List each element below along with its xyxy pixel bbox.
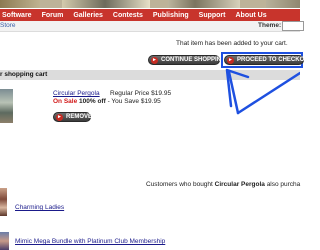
regular-price: Regular Price $19.95 [110,90,172,97]
continue-shopping-button[interactable]: ► CONTINUE SHOPPING [148,55,226,65]
product-name-link[interactable]: Circular Pergola [53,90,100,97]
also-purchased-heading: Customers who bought Circular Pergola al… [146,181,300,188]
annotation-arrow [225,68,300,115]
play-circle-icon: ► [227,56,234,64]
also-suffix: also purcha [266,181,301,188]
theme-label: Theme: [258,22,282,29]
nav-publishing[interactable]: Publishing [148,12,194,19]
nav-galleries[interactable]: Galleries [68,12,108,19]
product-thumbnail[interactable] [0,89,13,123]
also-product-name: Circular Pergola [214,181,265,188]
play-circle-icon: ► [151,56,158,64]
nav-software[interactable]: Software [0,12,37,19]
shopping-cart-header: r shopping cart [0,70,300,80]
discount-percent: 100% off [79,98,106,105]
remove-item-button[interactable]: ► REMOVE [53,112,93,122]
nav-about-us[interactable]: About Us [230,12,271,19]
proceed-to-checkout-button[interactable]: ► PROCEED TO CHECKOUT [224,55,312,65]
related-product-thumbnail[interactable] [0,232,9,250]
store-breadcrumb-link[interactable]: Store [0,22,16,29]
top-banner-image [0,0,300,8]
on-sale-label: On Sale [53,98,78,105]
theme-select[interactable] [282,21,304,31]
nav-support[interactable]: Support [194,12,231,19]
added-to-cart-message: That item has been added to your cart. [176,40,288,47]
shopping-cart-title: r shopping cart [0,71,48,78]
sale-info: On Sale 100% off - You Save $19.95 [53,98,161,105]
related-product-link[interactable]: Mimic Mega Bundle with Platinum Club Mem… [15,238,165,245]
remove-label: REMOVE [66,114,93,120]
nav-forum[interactable]: Forum [37,12,69,19]
related-product-link[interactable]: Charming Ladies [15,204,64,211]
you-save-text: - You Save $19.95 [107,98,161,105]
continue-shopping-label: CONTINUE SHOPPING [161,57,226,63]
related-product-thumbnail[interactable] [0,188,7,216]
breadcrumb-bar: Store Theme: [0,21,304,32]
nav-contests[interactable]: Contests [108,12,148,19]
proceed-to-checkout-label: PROCEED TO CHECKOUT [237,57,313,63]
play-circle-icon: ► [56,113,63,121]
main-nav: Software Forum Galleries Contests Publis… [0,9,300,21]
also-prefix: Customers who bought [146,181,213,188]
